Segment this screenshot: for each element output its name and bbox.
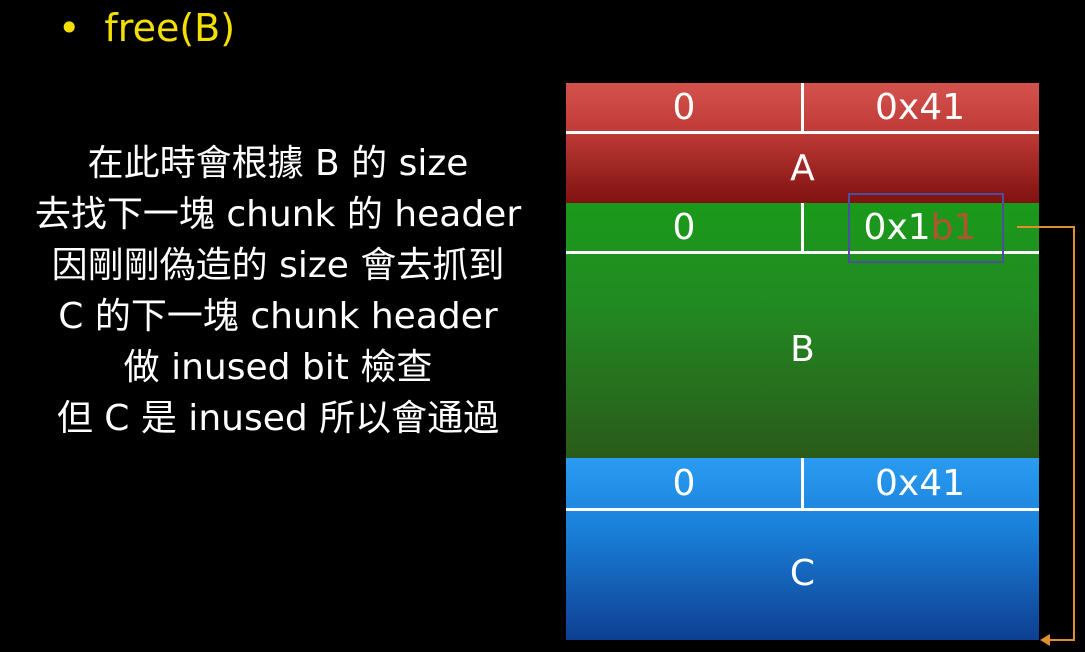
explanation-line-4: C 的下一塊 chunk header: [58, 296, 498, 337]
explanation-text: 在此時會根據 B 的 size 去找下一塊 chunk 的 header 因剛剛…: [0, 138, 556, 444]
chunk-b-header-divider: [801, 203, 804, 252]
explanation-line-3: 因剛剛偽造的 size 會去抓到: [51, 245, 505, 286]
bullet-free-b: • free(B): [58, 6, 235, 50]
next-chunk-arrow-head: [1040, 634, 1050, 646]
chunk-c-size: 0x41: [874, 462, 966, 504]
chunk-b-label: B: [790, 328, 815, 370]
chunk-a-size: 0x41: [874, 86, 966, 128]
chunk-b-prev-size: 0: [672, 207, 696, 248]
forged-size-highlight-box: [848, 193, 1004, 263]
explanation-line-6: 但 C 是 inused 所以會通過: [56, 398, 500, 439]
chunk-c-label: C: [789, 553, 816, 594]
bullet-dot: •: [58, 6, 81, 50]
explanation-line-5: 做 inused bit 檢查: [123, 347, 433, 388]
chunk-c-header-divider: [801, 458, 804, 510]
chunk-a-header-divider: [801, 83, 804, 133]
explanation-line-1: 在此時會根據 B 的 size: [87, 143, 469, 184]
explanation-line-2: 去找下一塊 chunk 的 header: [34, 194, 522, 235]
chunk-c-prev-size: 0: [672, 462, 696, 504]
bullet-text: free(B): [104, 6, 236, 50]
chunk-a-prev-size: 0: [672, 86, 696, 128]
